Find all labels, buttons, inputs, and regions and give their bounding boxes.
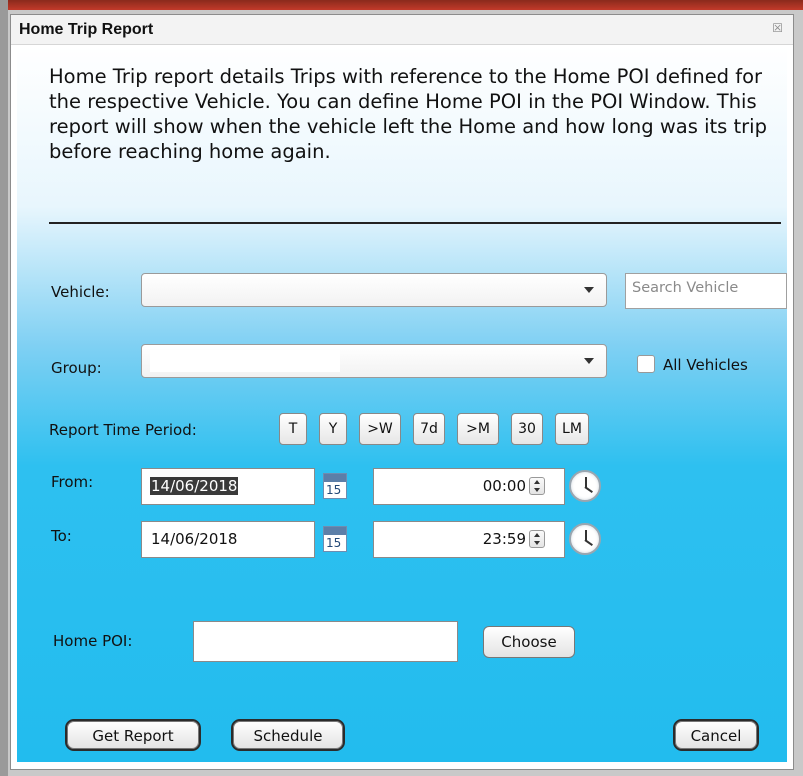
close-icon[interactable]: ☒ bbox=[772, 21, 783, 35]
get-report-button[interactable]: Get Report bbox=[65, 719, 201, 751]
period-this-week-button[interactable]: >W bbox=[359, 413, 401, 445]
dialog-title: Home Trip Report bbox=[19, 21, 154, 38]
calendar-icon-band bbox=[324, 527, 346, 535]
vehicle-dropdown[interactable] bbox=[141, 273, 607, 307]
clock-icon[interactable] bbox=[569, 470, 601, 502]
period-this-month-button[interactable]: >M bbox=[457, 413, 499, 445]
all-vehicles-checkbox[interactable] bbox=[637, 355, 655, 373]
dialog-titlebar: Home Trip Report ☒ bbox=[11, 15, 793, 45]
report-description: Home Trip report details Trips with refe… bbox=[49, 65, 767, 163]
report-time-period-label: Report Time Period: bbox=[49, 421, 197, 439]
app-titlebar-strip bbox=[0, 0, 803, 10]
choose-poi-button[interactable]: Choose bbox=[483, 626, 575, 658]
vehicle-label: Vehicle: bbox=[51, 283, 110, 301]
clock-icon[interactable] bbox=[569, 523, 601, 555]
group-selected-value bbox=[150, 350, 340, 372]
to-time-value: 23:59 bbox=[482, 530, 526, 548]
period-last-month-button[interactable]: LM bbox=[555, 413, 589, 445]
cancel-button[interactable]: Cancel bbox=[673, 719, 759, 751]
period-today-button[interactable]: T bbox=[279, 413, 307, 445]
clock-hand-minute bbox=[584, 486, 593, 493]
calendar-icon[interactable]: 15 bbox=[323, 526, 347, 552]
period-30-days-button[interactable]: 30 bbox=[511, 413, 543, 445]
group-dropdown[interactable] bbox=[141, 344, 607, 378]
search-vehicle-placeholder: Search Vehicle bbox=[632, 280, 739, 296]
spinner-up-icon bbox=[534, 480, 540, 484]
calendar-icon[interactable]: 15 bbox=[323, 473, 347, 499]
to-date-input[interactable]: 14/06/2018 bbox=[141, 521, 315, 558]
search-vehicle-input[interactable]: Search Vehicle bbox=[625, 273, 787, 309]
from-label: From: bbox=[51, 473, 94, 491]
to-date-value: 14/06/2018 bbox=[151, 530, 238, 548]
dialog-content: Home Trip report details Trips with refe… bbox=[17, 46, 787, 762]
to-time-spinner[interactable] bbox=[529, 530, 545, 548]
period-yesterday-button[interactable]: Y bbox=[319, 413, 347, 445]
schedule-button[interactable]: Schedule bbox=[231, 719, 345, 751]
chevron-down-icon bbox=[584, 287, 594, 293]
from-date-value: 14/06/2018 bbox=[150, 477, 239, 495]
home-poi-label: Home POI: bbox=[53, 632, 133, 650]
spinner-down-icon bbox=[534, 488, 540, 492]
period-7-days-button[interactable]: 7d bbox=[413, 413, 445, 445]
from-date-input[interactable]: 14/06/2018 bbox=[141, 468, 315, 505]
from-time-spinner[interactable] bbox=[529, 477, 545, 495]
spinner-up-icon bbox=[534, 533, 540, 537]
app-side-strip bbox=[0, 0, 8, 776]
home-poi-input[interactable] bbox=[193, 621, 458, 662]
from-time-value: 00:00 bbox=[482, 477, 526, 495]
description-divider bbox=[49, 222, 781, 224]
to-label: To: bbox=[51, 527, 72, 545]
calendar-icon-band bbox=[324, 474, 346, 482]
calendar-day-number: 15 bbox=[326, 483, 342, 497]
all-vehicles-label: All Vehicles bbox=[663, 356, 748, 374]
clock-hand-minute bbox=[584, 539, 593, 546]
group-label: Group: bbox=[51, 359, 102, 377]
calendar-day-number: 15 bbox=[326, 536, 342, 550]
spinner-down-icon bbox=[534, 541, 540, 545]
home-trip-report-dialog: Home Trip Report ☒ Home Trip report deta… bbox=[10, 14, 794, 770]
chevron-down-icon bbox=[584, 358, 594, 364]
